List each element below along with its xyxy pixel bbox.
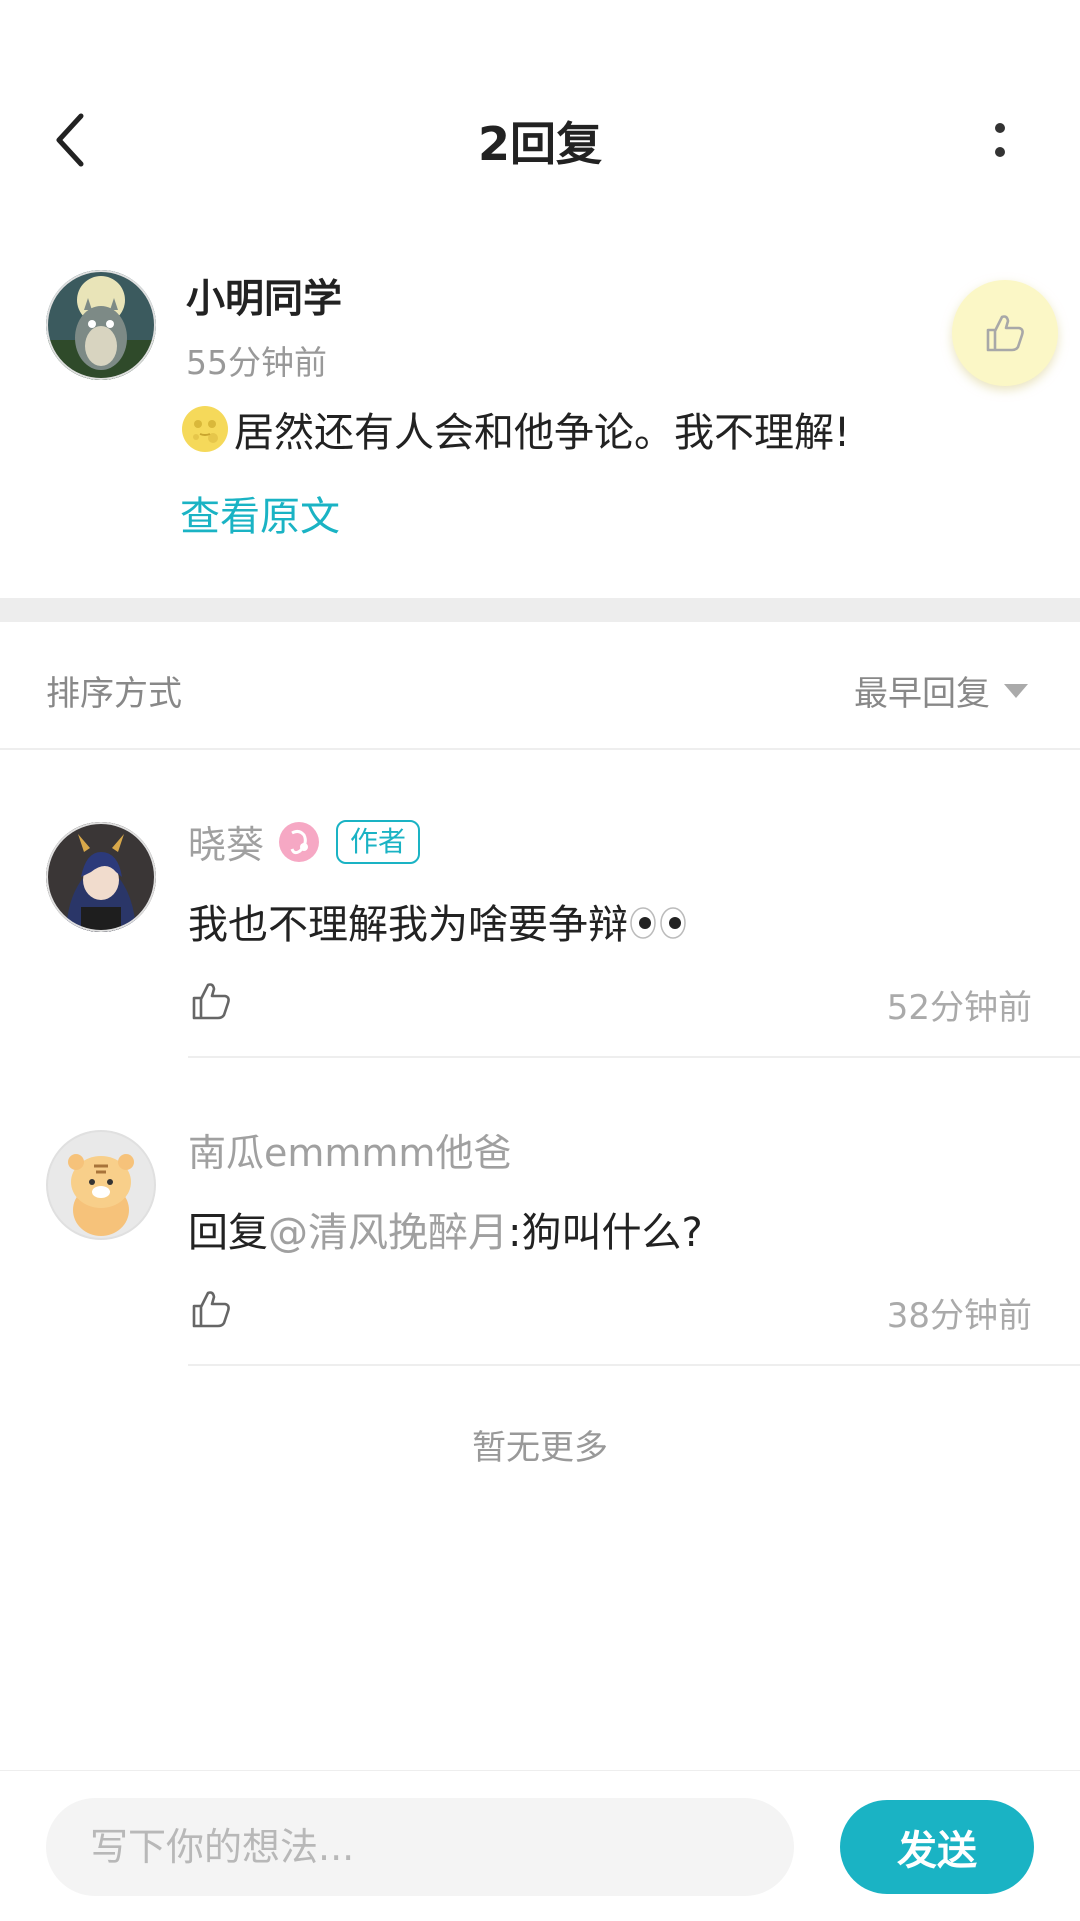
reply-like-button[interactable]	[188, 978, 234, 1024]
reply-divider	[188, 1364, 1080, 1366]
reply-author-name: 晓葵	[188, 823, 265, 867]
sort-dropdown[interactable]: 最早回复	[854, 666, 1028, 715]
comment-input[interactable]	[46, 1798, 794, 1896]
reply-text-content: 我也不理解我为啥要争辩	[188, 902, 628, 948]
more-options-button[interactable]	[970, 110, 1030, 170]
reply-author-name: 南瓜emmmm他爸	[188, 1131, 512, 1175]
no-more-label: 暂无更多	[472, 1428, 608, 1468]
comment-text: 居然还有人会和他争论。我不理解!	[180, 400, 850, 458]
like-button[interactable]	[952, 280, 1058, 386]
reply-text-content: :狗叫什么?	[508, 1210, 703, 1256]
avatar[interactable]	[46, 822, 156, 932]
caret-down-icon	[1004, 683, 1028, 698]
eyes-emoji-icon	[630, 907, 686, 939]
user-badge-icon	[279, 821, 320, 862]
reply-time: 38分钟前	[886, 1296, 1032, 1336]
moon-face-emoji-icon	[182, 406, 228, 452]
reply-like-button[interactable]	[188, 1286, 234, 1332]
comment-author[interactable]: 小明同学	[186, 268, 342, 324]
more-vertical-icon	[995, 123, 1005, 157]
reply-divider	[188, 1056, 1080, 1058]
reply-prefix: 回复	[188, 1210, 268, 1256]
reply-author[interactable]: 南瓜emmmm他爸	[188, 1122, 511, 1177]
section-divider	[0, 598, 1080, 622]
avatar[interactable]	[46, 270, 156, 380]
avatar[interactable]	[46, 1130, 156, 1240]
comment-time: 55分钟前	[186, 343, 327, 382]
send-button[interactable]: 发送	[840, 1800, 1034, 1894]
reply-author[interactable]: 晓葵 作者	[188, 814, 421, 869]
top-bar: 2回复	[0, 0, 1080, 223]
comment-text-content: 居然还有人会和他争论。我不理解!	[234, 410, 851, 456]
reply-time: 52分钟前	[886, 988, 1032, 1028]
author-badge: 作者	[336, 819, 421, 864]
mention-link[interactable]: @清风挽醉月	[268, 1200, 508, 1258]
reply-text: 我也不理解我为啥要争辩	[188, 892, 688, 950]
thumbs-up-icon	[192, 983, 230, 1020]
thumbs-up-icon	[192, 1291, 230, 1328]
sort-label: 排序方式	[46, 674, 182, 714]
page-title: 2回复	[477, 117, 602, 171]
view-original-link[interactable]: 查看原文	[180, 484, 340, 542]
thumbs-up-icon	[986, 315, 1024, 352]
sort-selected-value: 最早回复	[854, 674, 990, 714]
reply-text: 回复 @清风挽醉月 :狗叫什么?	[188, 1200, 703, 1258]
